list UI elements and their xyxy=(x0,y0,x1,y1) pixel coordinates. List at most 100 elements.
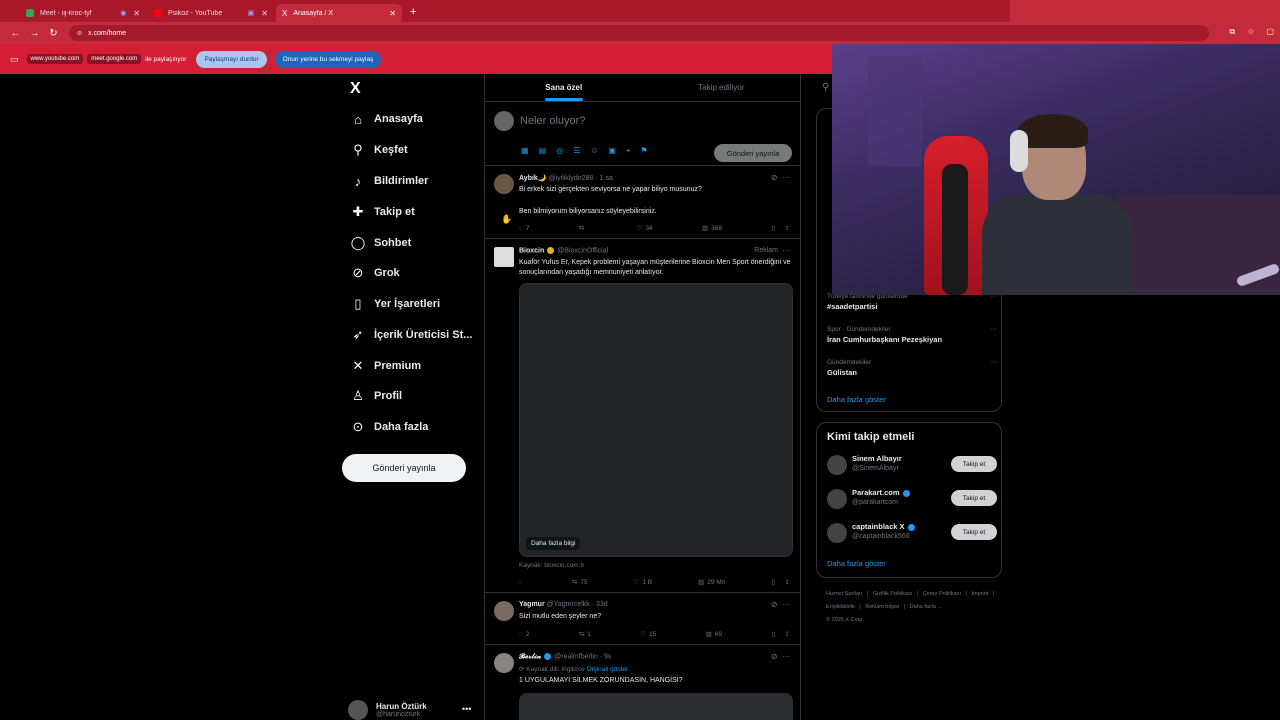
trend-item[interactable]: Gündemdekiler Gülistan ··· xyxy=(827,359,997,377)
nav-item-profile[interactable]: ♙ Profil xyxy=(350,385,402,407)
nav-item-chat[interactable]: ◯ Sohbet xyxy=(350,232,412,254)
tab-following[interactable]: Takip ediliyor xyxy=(643,74,801,101)
suggestion-name[interactable]: Parakart.com xyxy=(852,488,911,497)
grok-icon[interactable]: ◎ xyxy=(556,146,563,156)
retweet-button[interactable]: ⇆ 75 xyxy=(572,578,588,587)
image-icon[interactable]: ▦ xyxy=(521,146,529,156)
grok-icon[interactable]: ⊘ xyxy=(771,652,778,661)
post-button[interactable]: Gönderi yayınla xyxy=(342,454,466,482)
avatar[interactable] xyxy=(494,174,514,194)
extensions-icon[interactable]: ▢ xyxy=(1266,27,1274,37)
nav-item-premium[interactable]: ✕ Premium xyxy=(350,355,422,377)
follow-suggestion[interactable]: Parakart.com @parakartcom Takip et xyxy=(827,487,997,511)
grok-icon[interactable]: ⊘ xyxy=(771,600,778,609)
author-handle[interactable]: @realmfberlin · 9s xyxy=(554,653,611,660)
tweet-ad[interactable]: Bioxcin @BioxcinOfficial Reklam ··· Kuaf… xyxy=(485,239,800,593)
gif-icon[interactable]: ▤ xyxy=(539,146,547,156)
forward-icon[interactable]: → xyxy=(25,28,44,39)
nav-item-notifications[interactable]: ♪ Bildirimler xyxy=(350,170,429,192)
show-more-trends-link[interactable]: Daha fazla göster xyxy=(827,395,886,404)
location-icon[interactable]: ⌖ xyxy=(626,146,631,156)
learn-more-button[interactable]: Daha fazla bilgi xyxy=(526,537,581,550)
avatar[interactable] xyxy=(827,489,847,509)
bookmark-icon[interactable]: ▯ xyxy=(771,224,775,232)
avatar[interactable] xyxy=(494,601,514,621)
tweet[interactable]: 𝓑𝓮𝓻𝓵𝓲𝓷 @realmfberlin · 9s ⊘ ··· ⟳ Kaynak… xyxy=(485,645,800,720)
tweet-media[interactable] xyxy=(519,693,793,720)
tab-for-you[interactable]: Sana özel xyxy=(485,74,643,101)
bookmark-icon[interactable]: ▯ xyxy=(771,578,775,586)
footer-link-imprint[interactable]: Imprint xyxy=(972,591,989,597)
reply-button[interactable]: ◌ 7 xyxy=(519,224,530,232)
tweet[interactable]: Aybik🌙 @iyiliklydir288 · 1 sa ⊘ ··· Bi e… xyxy=(485,166,800,239)
tab-x-home[interactable]: X Anasayfa / X ✕ xyxy=(276,4,402,22)
close-tab-icon[interactable]: ✕ xyxy=(261,9,268,18)
share-icon[interactable]: ⇪ xyxy=(785,630,790,638)
share-this-tab-button[interactable]: Onun yerine bu sekmeyi paylaş xyxy=(274,50,382,68)
bookmark-star-icon[interactable]: ☆ xyxy=(1247,27,1254,37)
author-handle[interactable]: @BioxcinOfficial xyxy=(557,247,608,254)
footer-link-more[interactable]: Daha fazla ... xyxy=(910,604,942,610)
follow-suggestion[interactable]: captainblack X @captainblack566 Takip et xyxy=(827,521,997,545)
follow-button[interactable]: Takip et xyxy=(951,490,997,506)
author-handle[interactable]: @iyiliklydir288 · 1 sa xyxy=(548,175,612,182)
follow-button[interactable]: Takip et xyxy=(951,456,997,472)
follow-suggestion[interactable]: Sinem Albayır @SinemAlbayr Takip et xyxy=(827,453,997,477)
footer-link-terms[interactable]: Hizmet Şartları xyxy=(826,591,862,597)
x-logo-icon[interactable]: X xyxy=(350,80,361,98)
nav-item-more[interactable]: ⊙ Daha fazla xyxy=(350,416,429,438)
site-info-icon[interactable]: ⊜ xyxy=(77,30,82,37)
footer-link-cookies[interactable]: Çerez Politikası xyxy=(923,591,961,597)
retweet-button[interactable]: ⇆ xyxy=(579,224,587,232)
stop-sharing-button[interactable]: Paylaşmayı durdur xyxy=(196,50,267,68)
author-name[interactable]: 𝓑𝓮𝓻𝓵𝓲𝓷 xyxy=(519,653,541,660)
nav-item-bookmarks[interactable]: ▯ Yer İşaretleri xyxy=(350,293,440,315)
footer-link-privacy[interactable]: Gizlilik Politikası xyxy=(873,591,912,597)
emoji-icon[interactable]: ☺ xyxy=(590,146,598,156)
more-dots-icon[interactable]: ••• xyxy=(462,704,471,714)
more-dots-icon[interactable]: ··· xyxy=(782,600,790,609)
views-button[interactable]: ▥ 69 xyxy=(706,630,722,639)
reply-button[interactable]: ◌ xyxy=(519,578,526,586)
back-icon[interactable]: ← xyxy=(6,28,25,39)
share-icon[interactable]: ⇪ xyxy=(785,578,790,586)
avatar[interactable] xyxy=(494,653,514,673)
compose-post-button[interactable]: Gönderi yayınla xyxy=(714,144,792,162)
footer-link-accessibility[interactable]: Erişilebilirlik xyxy=(826,604,855,610)
tweet[interactable]: Yagmur @Yagmrcelkk · 33d ⊘ ··· Sizi mutl… xyxy=(485,593,800,645)
author-name[interactable]: Bioxcin xyxy=(519,247,544,254)
url-field[interactable]: ⊜ x.com/home xyxy=(69,25,1209,41)
avatar[interactable] xyxy=(827,455,847,475)
install-icon[interactable]: ⧉ xyxy=(1230,27,1236,37)
nav-item-grok[interactable]: ⊘ Grok xyxy=(350,262,400,284)
tab-youtube[interactable]: Psikoz - YouTube ▣ ✕ xyxy=(148,4,274,22)
nav-item-home[interactable]: ⌂ Anasayfa xyxy=(350,108,423,130)
new-tab-button[interactable]: + xyxy=(410,6,416,18)
close-tab-icon[interactable]: ✕ xyxy=(389,9,396,18)
show-original-link[interactable]: Orijinali göster xyxy=(587,666,629,673)
trend-item[interactable]: Spor · Gündemdekiler İran Cumhurbaşkanı … xyxy=(827,326,997,344)
trend-item[interactable]: Türkiye tarihinde gündemde #saadetpartis… xyxy=(827,293,997,311)
more-dots-icon[interactable]: ··· xyxy=(782,246,790,255)
views-button[interactable]: ▥ 368 xyxy=(702,224,722,233)
avatar[interactable] xyxy=(827,523,847,543)
footer-link-ads-info[interactable]: Reklam bilgisi xyxy=(865,604,899,610)
share-icon[interactable]: ⇪ xyxy=(785,224,790,232)
ad-media[interactable]: Daha fazla bilgi xyxy=(519,283,793,557)
nav-item-creator-studio[interactable]: ➶ İçerik Üreticisi St... xyxy=(350,324,473,346)
ad-source[interactable]: Kaynak: bioxcin.com.tr xyxy=(519,562,584,569)
like-button[interactable]: ♡ 1 B xyxy=(634,578,653,587)
close-tab-icon[interactable]: ✕ xyxy=(133,9,140,18)
views-button[interactable]: ▥ 29 Mn xyxy=(698,578,725,587)
more-dots-icon[interactable]: ··· xyxy=(990,359,997,366)
show-more-suggestions-link[interactable]: Daha fazla göster xyxy=(827,559,886,568)
reload-icon[interactable]: ↻ xyxy=(44,28,63,39)
schedule-icon[interactable]: ▣ xyxy=(608,146,616,156)
suggestion-name[interactable]: captainblack X xyxy=(852,522,916,531)
compose-input[interactable]: Neler oluyor? xyxy=(520,115,585,127)
author-name[interactable]: Yagmur xyxy=(519,601,545,608)
search-icon[interactable]: ⚲ xyxy=(822,82,829,93)
more-dots-icon[interactable]: ··· xyxy=(782,652,790,661)
tab-meet[interactable]: Meet - iij-kroc-tyf ◉ ✕ xyxy=(20,4,146,22)
author-name[interactable]: Aybik🌙 xyxy=(519,175,547,182)
